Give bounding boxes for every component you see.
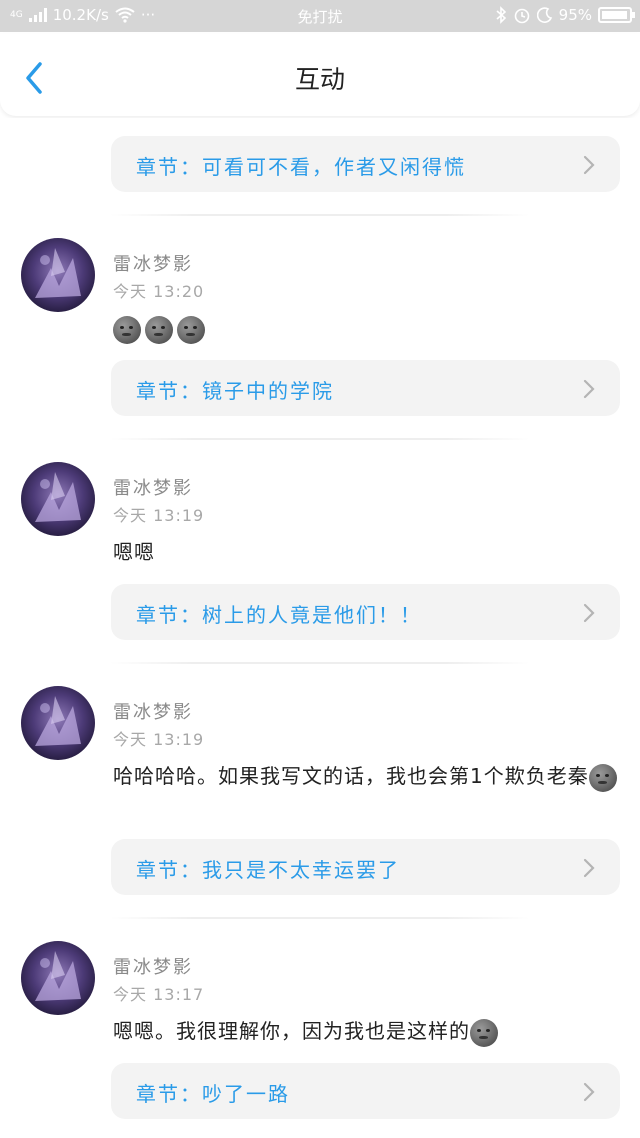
chevron-right-icon — [583, 858, 595, 878]
moon-face-icon — [113, 315, 141, 344]
chapter-label: 章节：镜子中的学院 — [136, 379, 334, 403]
comment-text: 嗯嗯 — [113, 540, 155, 564]
avatar[interactable] — [21, 941, 95, 1015]
bluetooth-icon — [496, 6, 506, 24]
avatar[interactable] — [21, 238, 95, 312]
chapter-label: 章节：我只是不太幸运罢了 — [136, 858, 400, 882]
status-bar: 4G 10.2K/s ··· 免打扰 95% — [0, 0, 640, 32]
timestamp: 今天 13:19 — [113, 506, 205, 525]
divider — [110, 438, 530, 440]
chapter-link[interactable]: 章节：可看可不看，作者又闲得慌 — [111, 136, 620, 192]
moon-face-icon — [588, 763, 617, 792]
timestamp: 今天 13:19 — [113, 730, 205, 749]
moon-face-icon — [177, 315, 205, 344]
header: 互动 — [0, 34, 640, 116]
comment-text: 哈哈哈哈。如果我写文的话，我也会第1个欺负老秦 — [113, 760, 623, 792]
user-name: 雷冰梦影 — [113, 702, 193, 723]
chevron-right-icon — [583, 1082, 595, 1102]
battery-percent: 95% — [558, 6, 592, 24]
timestamp: 今天 13:17 — [113, 985, 205, 1004]
avatar[interactable] — [21, 462, 95, 536]
battery-icon — [598, 7, 635, 23]
moon-face-icon — [145, 315, 173, 344]
chapter-label: 章节：树上的人竟是他们！！ — [136, 603, 422, 627]
user-name: 雷冰梦影 — [113, 957, 193, 978]
divider — [110, 214, 530, 216]
moon-icon — [536, 7, 552, 23]
divider — [110, 662, 530, 664]
page-title: 互动 — [294, 65, 345, 94]
avatar[interactable] — [21, 686, 95, 760]
comment-text — [113, 312, 623, 344]
user-name: 雷冰梦影 — [113, 254, 193, 275]
status-right: 95% — [495, 6, 635, 24]
chevron-right-icon — [583, 603, 595, 623]
timestamp: 今天 13:20 — [113, 282, 205, 301]
user-name: 雷冰梦影 — [113, 478, 193, 499]
chapter-link[interactable]: 章节：我只是不太幸运罢了 — [111, 839, 620, 895]
chevron-right-icon — [583, 155, 595, 175]
interaction-feed[interactable]: 章节：可看可不看，作者又闲得慌 雷冰梦影 今天 13:20 章节：镜子中的学院 … — [0, 118, 640, 1138]
divider — [110, 917, 530, 919]
chapter-label: 章节：可看可不看，作者又闲得慌 — [136, 155, 466, 179]
chevron-right-icon — [583, 379, 595, 399]
chapter-link[interactable]: 章节：树上的人竟是他们！！ — [111, 584, 620, 640]
comment-text: 嗯嗯。我很理解你，因为我也是这样的 — [113, 1015, 623, 1047]
chapter-link[interactable]: 章节：镜子中的学院 — [111, 360, 620, 416]
chapter-label: 章节：吵了一路 — [136, 1082, 290, 1106]
alarm-icon — [514, 8, 529, 24]
moon-face-icon — [470, 1018, 498, 1047]
chapter-link[interactable]: 章节：吵了一路 — [111, 1063, 620, 1119]
